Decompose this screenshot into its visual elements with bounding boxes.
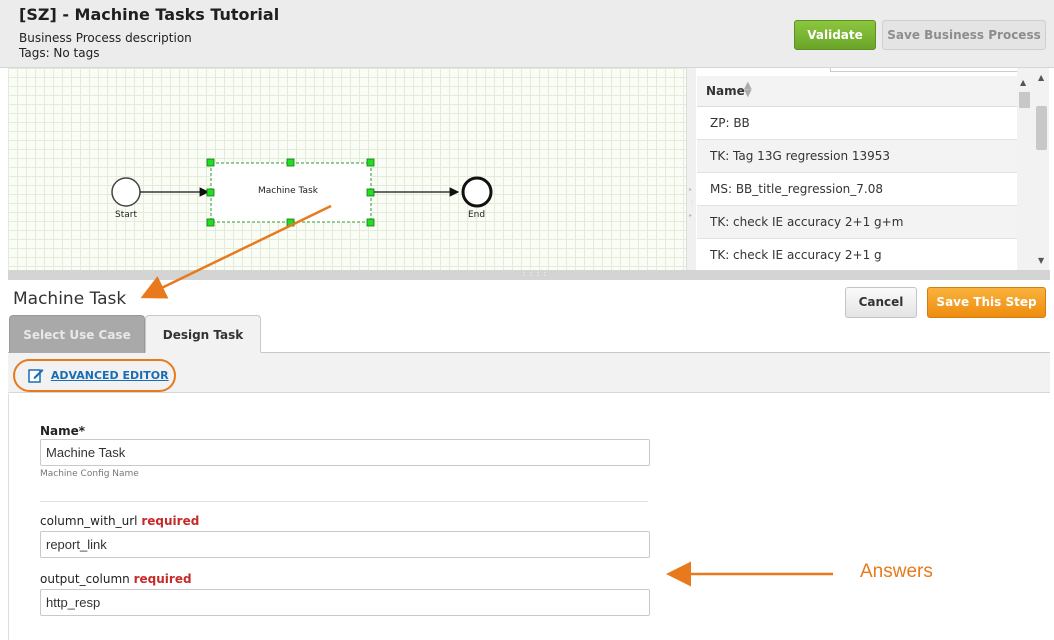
end-node — [461, 176, 493, 208]
business-process-list: Name ▲ ▼ ZP: BB TK: Tag 13G regression 13… — [697, 68, 1017, 270]
name-column-label: Name — [706, 84, 745, 98]
scroll-up-icon[interactable]: ▲ — [1038, 73, 1044, 82]
answers-annotation: Answers — [860, 561, 933, 582]
scroll-thumb[interactable] — [1036, 106, 1047, 150]
output-column-input[interactable]: http_resp — [40, 589, 650, 616]
required-marker: required — [141, 514, 200, 528]
scroll-up-icon[interactable]: ▲ — [1020, 78, 1026, 87]
sort-icon[interactable]: ▲ ▼ — [744, 81, 752, 99]
column-with-url-input[interactable]: report_link — [40, 531, 650, 558]
name-hint: Machine Config Name — [40, 469, 139, 479]
save-this-step-button[interactable]: Save This Step — [927, 287, 1046, 318]
handle — [286, 218, 295, 227]
horizontal-splitter[interactable]: ⋮⋮⋮⋮ — [8, 268, 1050, 280]
column-with-url-label: column_with_url required — [40, 514, 200, 528]
handle — [286, 158, 295, 167]
name-label: Name* — [40, 424, 86, 438]
handle — [206, 188, 215, 197]
tab-select-use-case[interactable]: Select Use Case — [9, 315, 145, 353]
list-item[interactable]: ZP: BB — [697, 107, 1017, 140]
page-title: [SZ] - Machine Tasks Tutorial — [19, 5, 280, 24]
step-title: Machine Task — [13, 289, 127, 309]
handle — [206, 158, 215, 167]
cancel-button[interactable]: Cancel — [845, 287, 917, 318]
edit-icon — [28, 369, 44, 383]
list-search-input[interactable] — [830, 68, 1017, 72]
scroll-down-icon[interactable]: ▼ — [1038, 256, 1044, 265]
validate-button[interactable]: Validate — [794, 20, 876, 50]
list-item[interactable]: MS: BB_title_regression_7.08 — [697, 173, 1017, 206]
handle — [206, 218, 215, 227]
list-item[interactable]: TK: check IE accuracy 2+1 g — [697, 239, 1017, 270]
required-marker: required — [133, 572, 192, 586]
list-scrollbar[interactable]: ▲ ▲ ▼ — [1017, 68, 1049, 270]
handle — [366, 158, 375, 167]
process-description: Business Process description — [19, 31, 192, 45]
advanced-editor-label: ADVANCED EDITOR — [50, 368, 169, 382]
list-item[interactable]: TK: check IE accuracy 2+1 g+m — [697, 206, 1017, 239]
list-column-header[interactable]: Name ▲ ▼ — [697, 76, 1017, 107]
save-business-process-button[interactable]: Save Business Process — [882, 20, 1046, 50]
start-node — [111, 177, 141, 207]
start-label: Start — [115, 210, 137, 220]
vertical-splitter[interactable]: ▸ ⋮ ▸ — [686, 68, 696, 270]
list-item[interactable]: TK: Tag 13G regression 13953 — [697, 140, 1017, 173]
advanced-editor-link[interactable]: ADVANCED EDITOR — [28, 367, 169, 383]
process-canvas[interactable]: Start Machine Task End — [8, 68, 694, 270]
handle — [366, 218, 375, 227]
task-node-label: Machine Task — [258, 186, 318, 196]
tab-design-task[interactable]: Design Task — [145, 315, 261, 353]
scroll-thumb[interactable] — [1019, 92, 1030, 108]
page-header: [SZ] - Machine Tasks Tutorial Business P… — [0, 0, 1054, 68]
process-diagram — [111, 158, 493, 227]
process-tags: Tags: No tags — [19, 46, 100, 60]
output-column-label: output_column required — [40, 572, 192, 586]
name-input[interactable]: Machine Task — [40, 439, 650, 466]
handle — [366, 188, 375, 197]
end-label: End — [468, 210, 486, 220]
form-divider — [40, 501, 648, 502]
